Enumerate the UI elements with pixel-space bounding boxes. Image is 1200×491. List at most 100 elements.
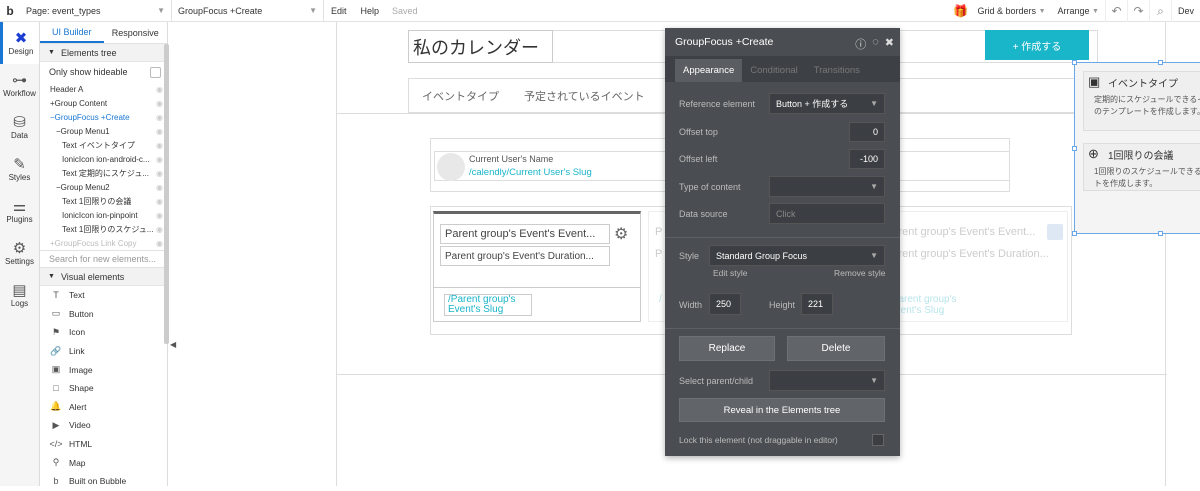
visual-element-item[interactable]: b Built on Bubble [40,472,167,491]
only-show-hideable-checkbox[interactable] [150,66,161,78]
eye-icon[interactable]: ◉ [156,127,163,136]
tree-item[interactable]: Text 1回限りの会議 ◉ [40,194,167,208]
visual-element-item[interactable]: ▭ Button [40,305,167,324]
page-title[interactable]: 私のカレンダー [408,30,553,63]
info-icon[interactable]: ⓘ [855,36,866,52]
eye-icon[interactable]: ◉ [156,113,163,122]
select-parent-dropdown[interactable]: ▼ [769,370,885,391]
redo-icon[interactable]: ↷ [1126,0,1149,22]
bubble-logo[interactable]: b [0,4,20,18]
menu-help[interactable]: Help [354,6,387,16]
tree-item[interactable]: +GroupFocus Link Copy ◉ [40,236,167,250]
visual-elements-header[interactable]: ▼ Visual elements [40,268,167,286]
visual-element-item[interactable]: ⚲ Map [40,453,167,472]
tree-item[interactable]: Text 定期的にスケジュ... ◉ [40,166,167,180]
visual-element-item[interactable]: □ Shape [40,379,167,398]
replace-button[interactable]: Replace [679,336,775,361]
eye-icon[interactable]: ◉ [156,239,163,248]
eye-icon[interactable]: ◉ [156,85,163,94]
visual-element-item[interactable]: ⚑ Icon [40,323,167,342]
nav-data[interactable]: ⛁ Data [0,106,39,148]
resize-handle[interactable] [1158,231,1163,236]
lock-element-checkbox[interactable] [872,434,884,446]
eye-icon[interactable]: ◉ [156,197,163,206]
tree-item[interactable]: Text イベントタイプ ◉ [40,138,167,152]
eye-icon[interactable]: ◉ [156,141,163,150]
user-slug-link[interactable]: /calendly/Current User's Slug [469,167,592,178]
panel-scrollbar[interactable] [164,44,169,344]
nav-design[interactable]: ✖ Design [0,22,39,64]
tab-responsive[interactable]: Responsive [104,22,168,43]
height-input[interactable]: 221 [801,293,833,315]
nav-settings[interactable]: ⚙ Settings [0,232,39,274]
visual-element-item[interactable]: 🔗 Link [40,342,167,361]
search-icon[interactable]: ⌕ [1148,0,1171,22]
tree-item[interactable]: Text 1回限りのスケジュ... ◉ [40,222,167,236]
resize-handle[interactable] [1072,146,1077,151]
delete-button[interactable]: Delete [787,336,885,361]
resize-handle[interactable] [1072,231,1077,236]
tab-appearance[interactable]: Appearance [675,59,743,82]
data-source-input[interactable]: Click [769,203,885,224]
arrange-menu[interactable]: Arrange ▼ [1052,0,1105,22]
tab-ui-builder[interactable]: UI Builder [40,22,104,43]
page-select[interactable]: Page: event_types ▼ [20,0,172,22]
width-input[interactable]: 250 [709,293,741,315]
visual-element-item[interactable]: T Text [40,286,167,305]
undo-icon[interactable]: ↶ [1104,0,1127,22]
eye-icon[interactable]: ◉ [156,225,163,234]
event-slug-link[interactable]: /Parent group's Event's Slug [444,294,532,316]
gear-icon[interactable]: ⚙ [614,224,628,244]
tree-item[interactable]: IonicIcon ion-android-c... ◉ [40,152,167,166]
event-cell[interactable]: Parent group's Event's Event... Parent g… [433,211,641,322]
edit-style-link[interactable]: Edit style [713,268,748,278]
tab-conditional[interactable]: Conditional [742,59,806,82]
eye-icon[interactable]: ◉ [156,169,163,178]
offset-top-input[interactable]: 0 [849,122,885,142]
tree-item[interactable]: Header A ◉ [40,82,167,96]
style-dropdown[interactable]: Standard Group Focus ▼ [709,245,885,266]
tree-item[interactable]: +Group Content ◉ [40,96,167,110]
reveal-in-tree-button[interactable]: Reveal in the Elements tree [679,398,885,422]
eye-icon[interactable]: ◉ [156,99,163,108]
dev-menu[interactable]: Dev [1170,0,1200,22]
nav-logs[interactable]: ▤ Logs [0,274,39,316]
event-duration-text[interactable]: Parent group's Event's Duration... [440,246,610,266]
comment-icon[interactable]: ◌ [872,36,879,52]
inspector-title-bar[interactable]: GroupFocus +Create ⓘ ◌ ✖ [665,28,900,56]
close-icon[interactable]: ✖ [885,36,894,52]
visual-element-item[interactable]: 🔔 Alert [40,398,167,417]
tab-scheduled-events[interactable]: 予定されているイベント [524,88,645,104]
type-of-content-dropdown[interactable]: ▼ [769,176,885,197]
group-focus-popup[interactable]: ▣ イベントタイプ 定期的にスケジュールできるイベントのテンプレートを作成します。… [1072,60,1200,236]
tree-item[interactable]: −GroupFocus +Create ◉ [40,110,167,124]
nav-styles[interactable]: ✎ Styles [0,148,39,190]
eye-icon[interactable]: ◉ [156,183,163,192]
event-title-text[interactable]: Parent group's Event's Event... [440,224,610,244]
eye-icon[interactable]: ◉ [156,211,163,220]
tree-item[interactable]: IonicIcon ion-pinpoint ◉ [40,208,167,222]
elements-tree-header[interactable]: ▼ Elements tree [40,44,167,62]
tree-item[interactable]: −Group Menu2 ◉ [40,180,167,194]
menu-event-types[interactable]: ▣ イベントタイプ 定期的にスケジュールできるイベントのテンプレートを作成します。 [1083,71,1200,131]
tab-transitions[interactable]: Transitions [806,59,868,82]
element-search-input[interactable]: Search for new elements... [40,250,167,268]
create-button[interactable]: + 作成する [985,30,1089,60]
menu-edit[interactable]: Edit [324,6,354,16]
nav-plugins[interactable]: ⚌ Plugins [0,190,39,232]
element-select[interactable]: GroupFocus +Create ▼ [172,0,324,22]
menu-one-off-meeting[interactable]: ⊕ 1回限りの会議 1回限りのスケジュールできるイベントを作成します。 [1083,143,1200,191]
offset-left-input[interactable]: -100 [849,149,885,169]
grid-borders-menu[interactable]: Grid & borders ▼ [972,0,1052,22]
resize-handle[interactable] [1158,60,1163,65]
visual-element-item[interactable]: </> HTML [40,435,167,454]
remove-style-link[interactable]: Remove style [834,268,886,278]
visual-element-item[interactable]: ▣ Image [40,360,167,379]
collapse-panel-icon[interactable]: ◀ [170,340,176,349]
tab-event-types[interactable]: イベントタイプ [422,88,499,104]
eye-icon[interactable]: ◉ [156,155,163,164]
nav-workflow[interactable]: ⊶ Workflow [0,64,39,106]
resize-handle[interactable] [1072,60,1077,65]
reference-element-dropdown[interactable]: Button + 作成する ▼ [769,93,885,114]
tree-item[interactable]: −Group Menu1 ◉ [40,124,167,138]
